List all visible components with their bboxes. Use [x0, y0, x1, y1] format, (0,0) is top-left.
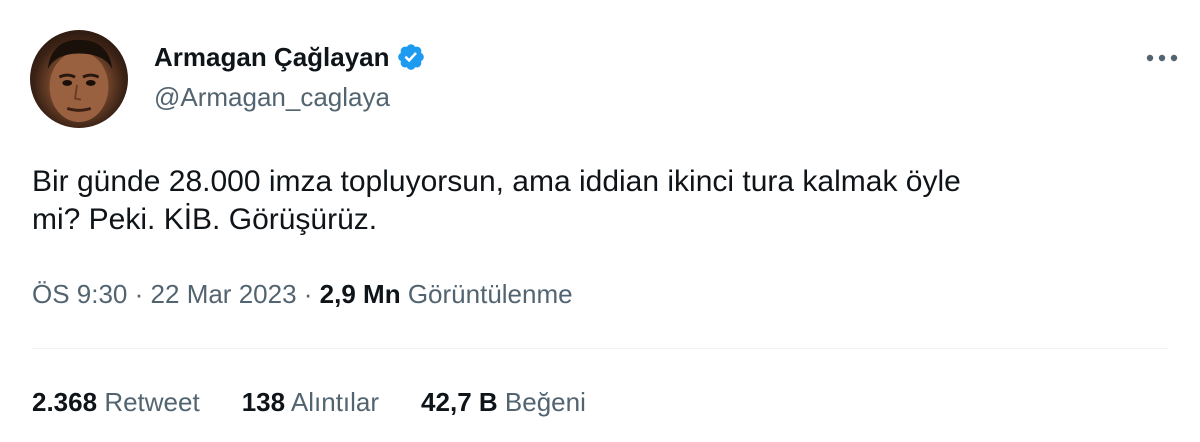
meta-separator: ·	[303, 279, 313, 309]
more-options-button[interactable]	[1142, 44, 1182, 72]
meta-separator: ·	[134, 279, 144, 309]
quotes-count: 138	[241, 387, 286, 417]
views-count[interactable]: 2,9 Mn	[320, 279, 401, 309]
name-row: Armagan Çağlayan	[154, 40, 426, 74]
views-label[interactable]: Görüntülenme	[408, 279, 573, 309]
avatar[interactable]	[30, 30, 128, 128]
author-block: Armagan Çağlayan @Armagan_caglaya	[154, 40, 426, 114]
likes-count: 42,7 B	[421, 387, 498, 417]
more-horizontal-icon	[1146, 54, 1178, 62]
likes-label: Beğeni	[504, 387, 586, 417]
verified-badge-icon	[396, 42, 426, 72]
likes-stat[interactable]: 42,7 B Beğeni	[421, 384, 586, 420]
engagement-stats: 2.368 Retweet 138 Alıntılar 42,7 B Beğen…	[32, 384, 628, 420]
retweets-stat[interactable]: 2.368 Retweet	[32, 384, 200, 420]
tweet-time[interactable]: ÖS 9:30	[32, 279, 127, 309]
author-name[interactable]: Armagan Çağlayan	[154, 40, 390, 74]
tweet-text: Bir günde 28.000 imza topluyorsun, ama i…	[32, 165, 961, 236]
avatar-image	[47, 39, 113, 123]
retweets-count: 2.368	[32, 387, 98, 417]
quotes-label: Alıntılar	[290, 387, 380, 417]
retweets-label: Retweet	[104, 387, 200, 417]
author-handle[interactable]: @Armagan_caglaya	[154, 80, 426, 114]
tweet-meta: ÖS 9:30 · 22 Mar 2023 · 2,9 Mn Görüntüle…	[32, 276, 573, 312]
divider	[32, 348, 1168, 349]
tweet-card: Armagan Çağlayan @Armagan_caglaya Bir gü…	[0, 0, 1200, 442]
tweet-date[interactable]: 22 Mar 2023	[151, 279, 297, 309]
quotes-stat[interactable]: 138 Alıntılar	[242, 384, 379, 420]
